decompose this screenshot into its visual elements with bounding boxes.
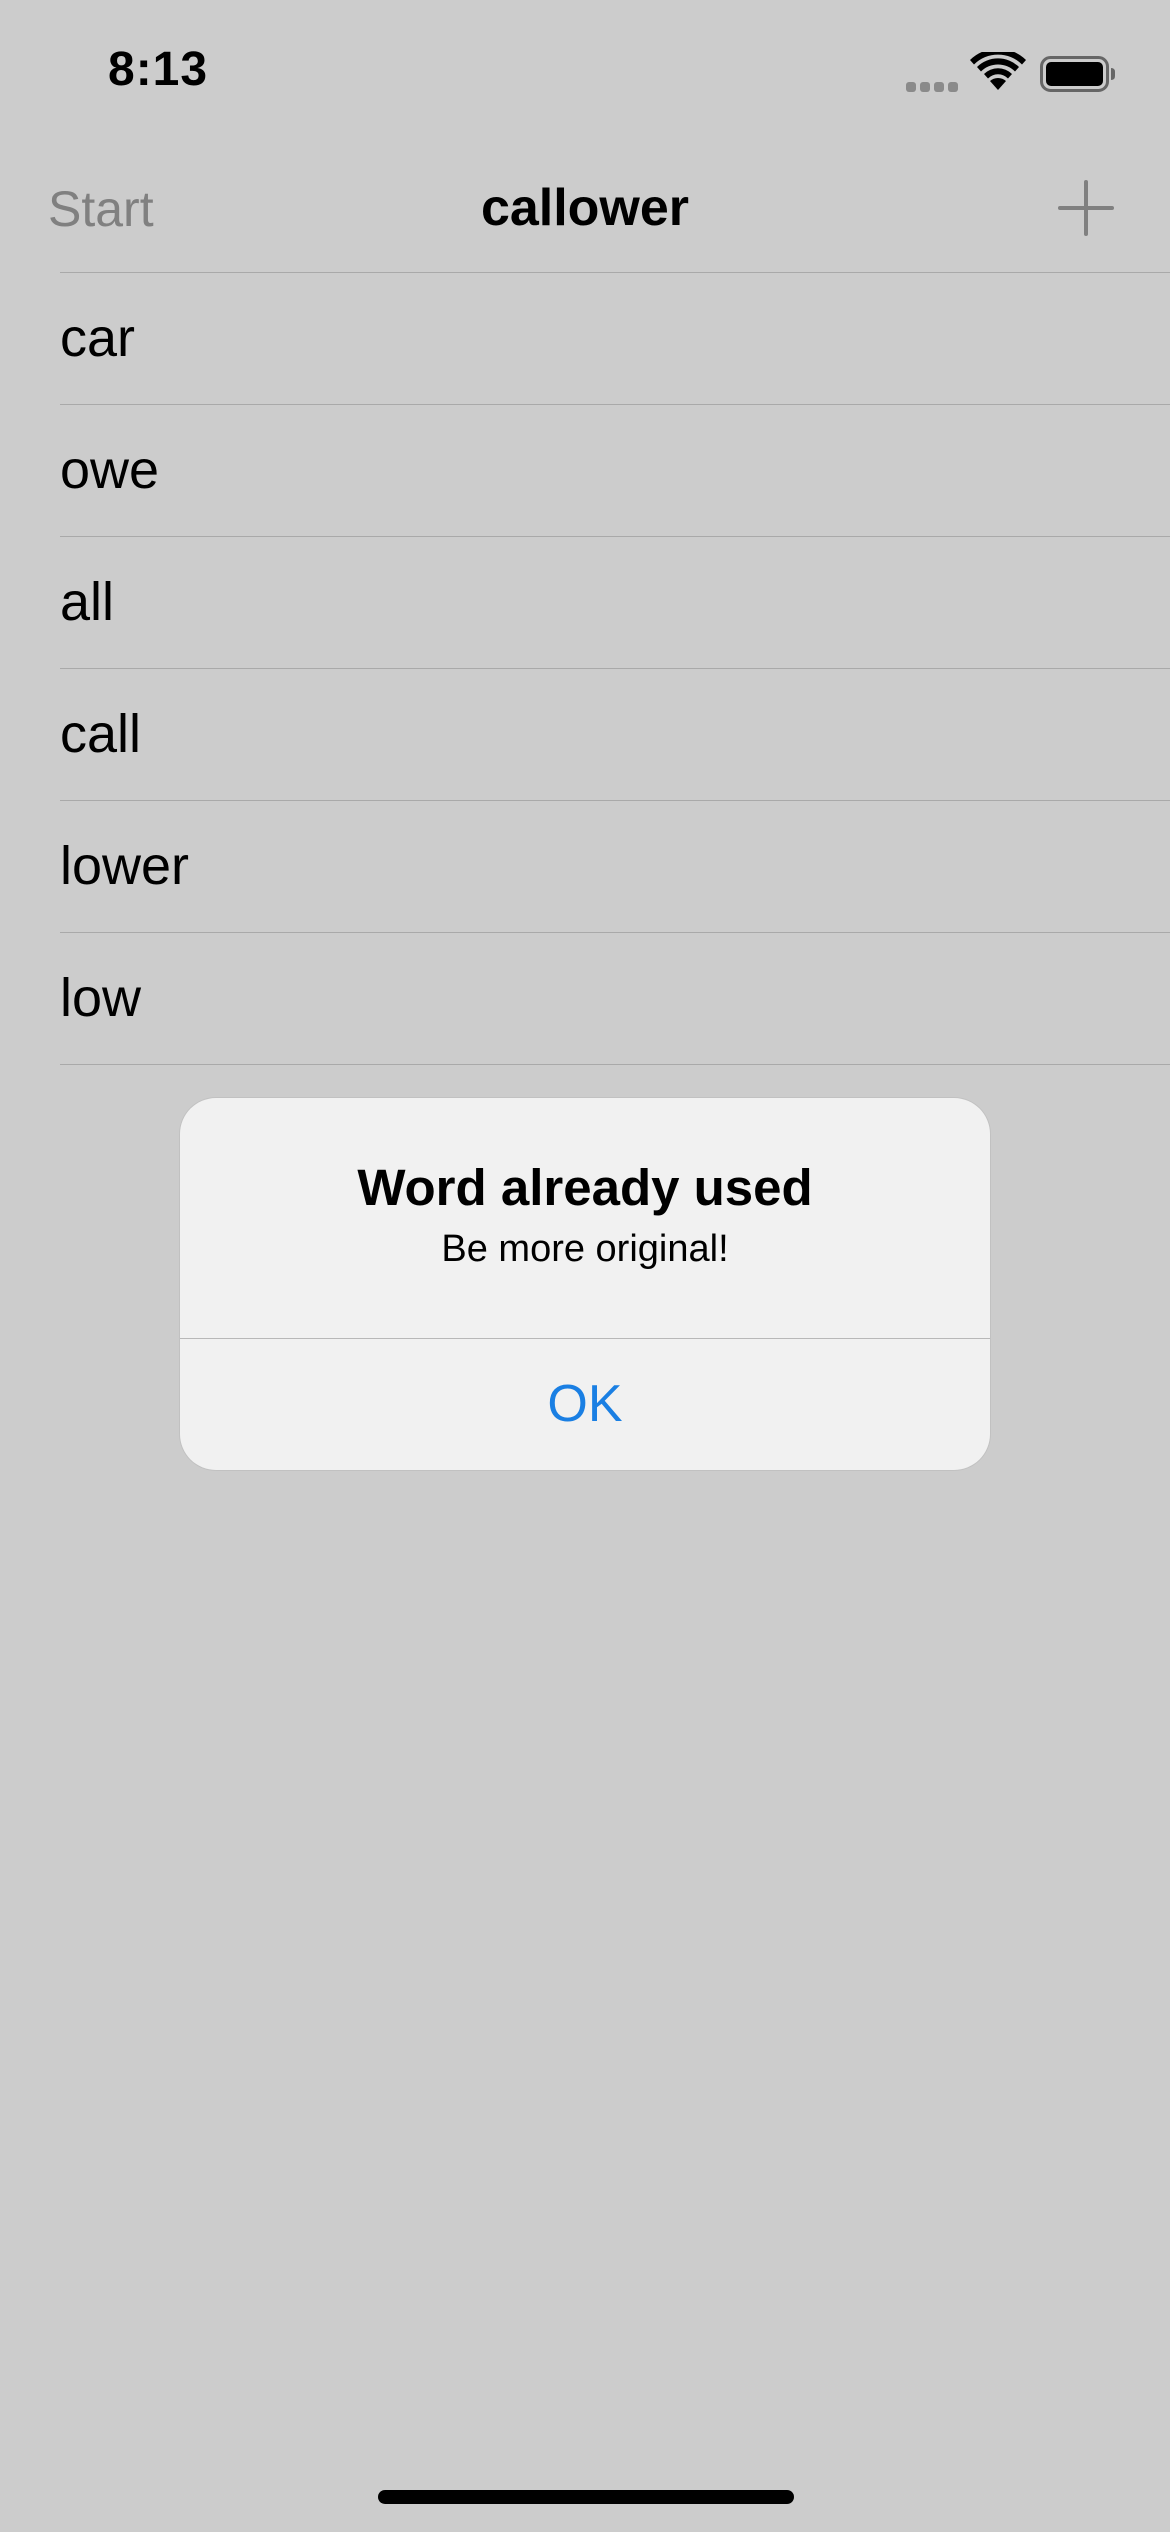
list-item: low [60,932,1170,1065]
word-text: owe [60,440,160,500]
list-item: owe [60,404,1170,536]
page-title: callower [480,179,690,237]
status-time: 8:13 [108,43,209,96]
add-icon[interactable] [1058,180,1114,236]
word-text: call [60,704,142,764]
cellular-signal-icon [906,82,960,92]
list-item: lower [60,800,1170,932]
word-list: car owe all call lower low [0,272,1170,1065]
list-item: car [60,272,1170,404]
word-text: car [60,308,136,368]
wifi-icon [970,52,1026,90]
battery-icon [1040,56,1115,92]
word-text: all [60,572,115,632]
navigation-bar: Start callower [0,140,1170,272]
alert-title: Word already used [357,1159,813,1216]
ok-button[interactable]: OK [180,1339,990,1470]
home-indicator[interactable] [378,2490,794,2504]
word-text: low [60,968,142,1028]
status-bar: 8:13 [0,0,1170,140]
alert-dialog: Word already used Be more original! OK [180,1098,990,1470]
list-item: all [60,536,1170,668]
alert-message: Be more original! [441,1228,729,1270]
list-item: call [60,668,1170,800]
word-text: lower [60,836,190,896]
